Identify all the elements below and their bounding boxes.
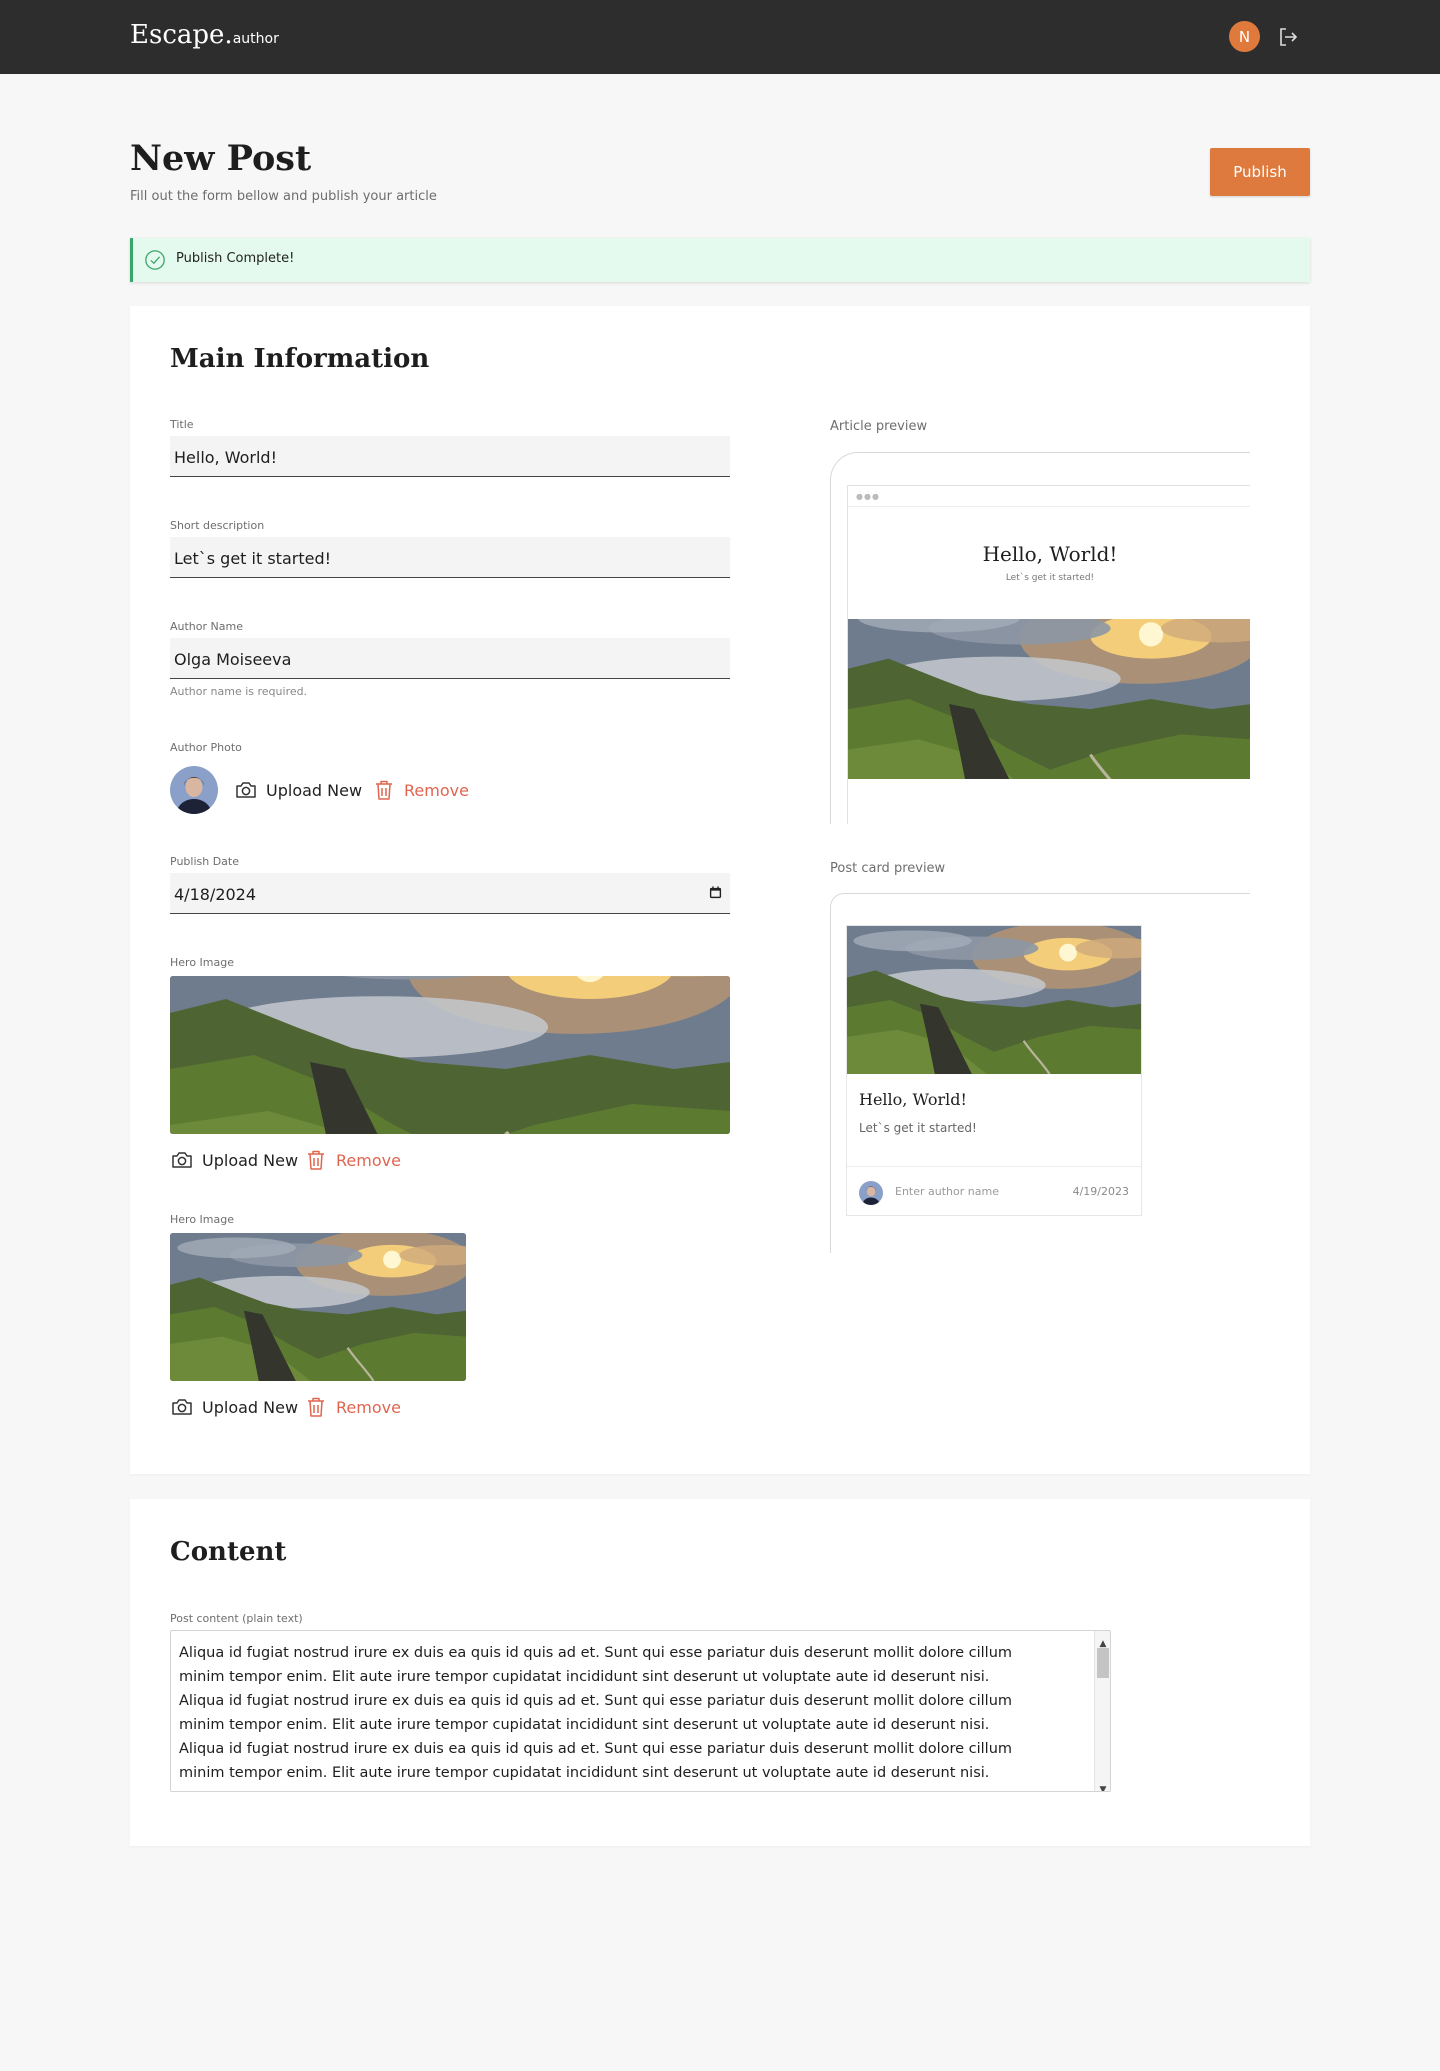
- avatar-initial: N: [1238, 27, 1251, 46]
- alert-message: Publish Complete!: [176, 251, 295, 266]
- content-paragraph: Aliqua id fugiat nostrud irure ex duis e…: [179, 1645, 1013, 1685]
- post-card-subtitle: Let`s get it started!: [859, 1121, 977, 1135]
- logout-icon[interactable]: [1276, 25, 1300, 49]
- browser-bar: [848, 506, 1250, 507]
- calendar-icon[interactable]: [709, 886, 722, 899]
- post-card-author: Enter author name: [895, 1185, 999, 1198]
- content-title: Content: [170, 1537, 287, 1567]
- upload-label: Upload New: [202, 1397, 299, 1417]
- upload-photo-button[interactable]: Upload New: [234, 778, 362, 802]
- article-preview-label: Article preview: [830, 419, 928, 434]
- article-preview-screen: ●●● Hello, World! Let`s get it started!: [847, 485, 1250, 824]
- post-card-title: Hello, World!: [859, 1090, 967, 1109]
- logo-main: Escape.: [130, 20, 233, 50]
- post-card-image: [847, 926, 1141, 1074]
- camera-icon: [170, 1395, 194, 1419]
- hero-image: [170, 976, 730, 1134]
- author-photo: [170, 766, 218, 814]
- upload-label: Upload New: [202, 1150, 299, 1170]
- trash-icon: [304, 1148, 328, 1172]
- content-paragraph: Aliqua id fugiat nostrud irure ex duis e…: [179, 1693, 1013, 1733]
- article-preview-title: Hello, World!: [982, 542, 1118, 566]
- upload-hero-small-button[interactable]: Upload New: [170, 1395, 298, 1419]
- post-card-preview-label: Post card preview: [830, 861, 946, 876]
- title-input[interactable]: Hello, World!: [170, 436, 730, 477]
- page-title: New Post: [130, 138, 312, 179]
- author-name-hint: Author name is required.: [170, 685, 308, 698]
- author-name-label: Author Name: [170, 620, 243, 633]
- remove-label: Remove: [336, 1397, 401, 1417]
- publish-button[interactable]: Publish: [1210, 148, 1310, 196]
- check-circle-icon: [145, 250, 165, 270]
- hero-image-label: Hero Image: [170, 956, 234, 969]
- trash-icon: [372, 778, 396, 802]
- remove-label: Remove: [404, 780, 469, 800]
- author-photo-label: Author Photo: [170, 741, 242, 754]
- author-name-input[interactable]: Olga Moiseeva: [170, 638, 730, 679]
- hero-image-small-label: Hero Image: [170, 1213, 234, 1226]
- short-description-label: Short description: [170, 519, 265, 532]
- section-title: Main Information: [170, 344, 430, 374]
- article-preview-subtitle: Let`s get it started!: [1005, 573, 1095, 583]
- remove-photo-button[interactable]: Remove: [372, 778, 469, 802]
- remove-hero-small-button[interactable]: Remove: [304, 1395, 401, 1419]
- success-alert: Publish Complete!: [130, 238, 1310, 282]
- logo-sub: author: [232, 31, 279, 47]
- scroll-thumb[interactable]: [1097, 1648, 1109, 1678]
- camera-icon: [234, 778, 258, 802]
- publish-date-input[interactable]: 4/18/2024: [170, 873, 730, 914]
- app-logo[interactable]: Escape.author: [130, 20, 279, 50]
- article-preview-image: [848, 619, 1250, 779]
- remove-label: Remove: [336, 1150, 401, 1170]
- publish-date-label: Publish Date: [170, 855, 239, 868]
- user-avatar-button[interactable]: N: [1229, 21, 1260, 52]
- top-bar: Escape.author N: [0, 0, 1440, 74]
- hero-image-small: [170, 1233, 466, 1381]
- remove-hero-button[interactable]: Remove: [304, 1148, 401, 1172]
- scroll-down-icon[interactable]: ▼: [1095, 1778, 1110, 1791]
- avatar: [859, 1181, 883, 1205]
- post-card: Hello, World! Let`s get it started! Ente…: [846, 925, 1142, 1216]
- publish-date-value: 4/18/2024: [174, 885, 257, 904]
- upload-label: Upload New: [266, 780, 363, 800]
- content-card: Content Post content (plain text) Aliqua…: [130, 1499, 1310, 1846]
- content-paragraph: Aliqua id fugiat nostrud irure ex duis e…: [179, 1741, 1013, 1781]
- trash-icon: [304, 1395, 328, 1419]
- browser-dots: ●●●: [856, 492, 880, 501]
- page-subtitle: Fill out the form bellow and publish you…: [130, 189, 437, 204]
- post-content-label: Post content (plain text): [170, 1612, 303, 1625]
- post-card-footer: Enter author name 4/19/2023: [847, 1166, 1141, 1215]
- post-card-date: 4/19/2023: [1072, 1185, 1129, 1198]
- title-label: Title: [170, 418, 194, 431]
- post-content-textarea[interactable]: Aliqua id fugiat nostrud irure ex duis e…: [170, 1630, 1111, 1792]
- camera-icon: [170, 1148, 194, 1172]
- main-information-card: Main Information Title Hello, World! Sho…: [130, 306, 1310, 1474]
- upload-hero-button[interactable]: Upload New: [170, 1148, 298, 1172]
- short-description-input[interactable]: Let`s get it started!: [170, 537, 730, 578]
- textarea-scrollbar[interactable]: ▲ ▼: [1094, 1631, 1110, 1791]
- article-preview-frame: ●●● Hello, World! Let`s get it started!: [830, 452, 1250, 824]
